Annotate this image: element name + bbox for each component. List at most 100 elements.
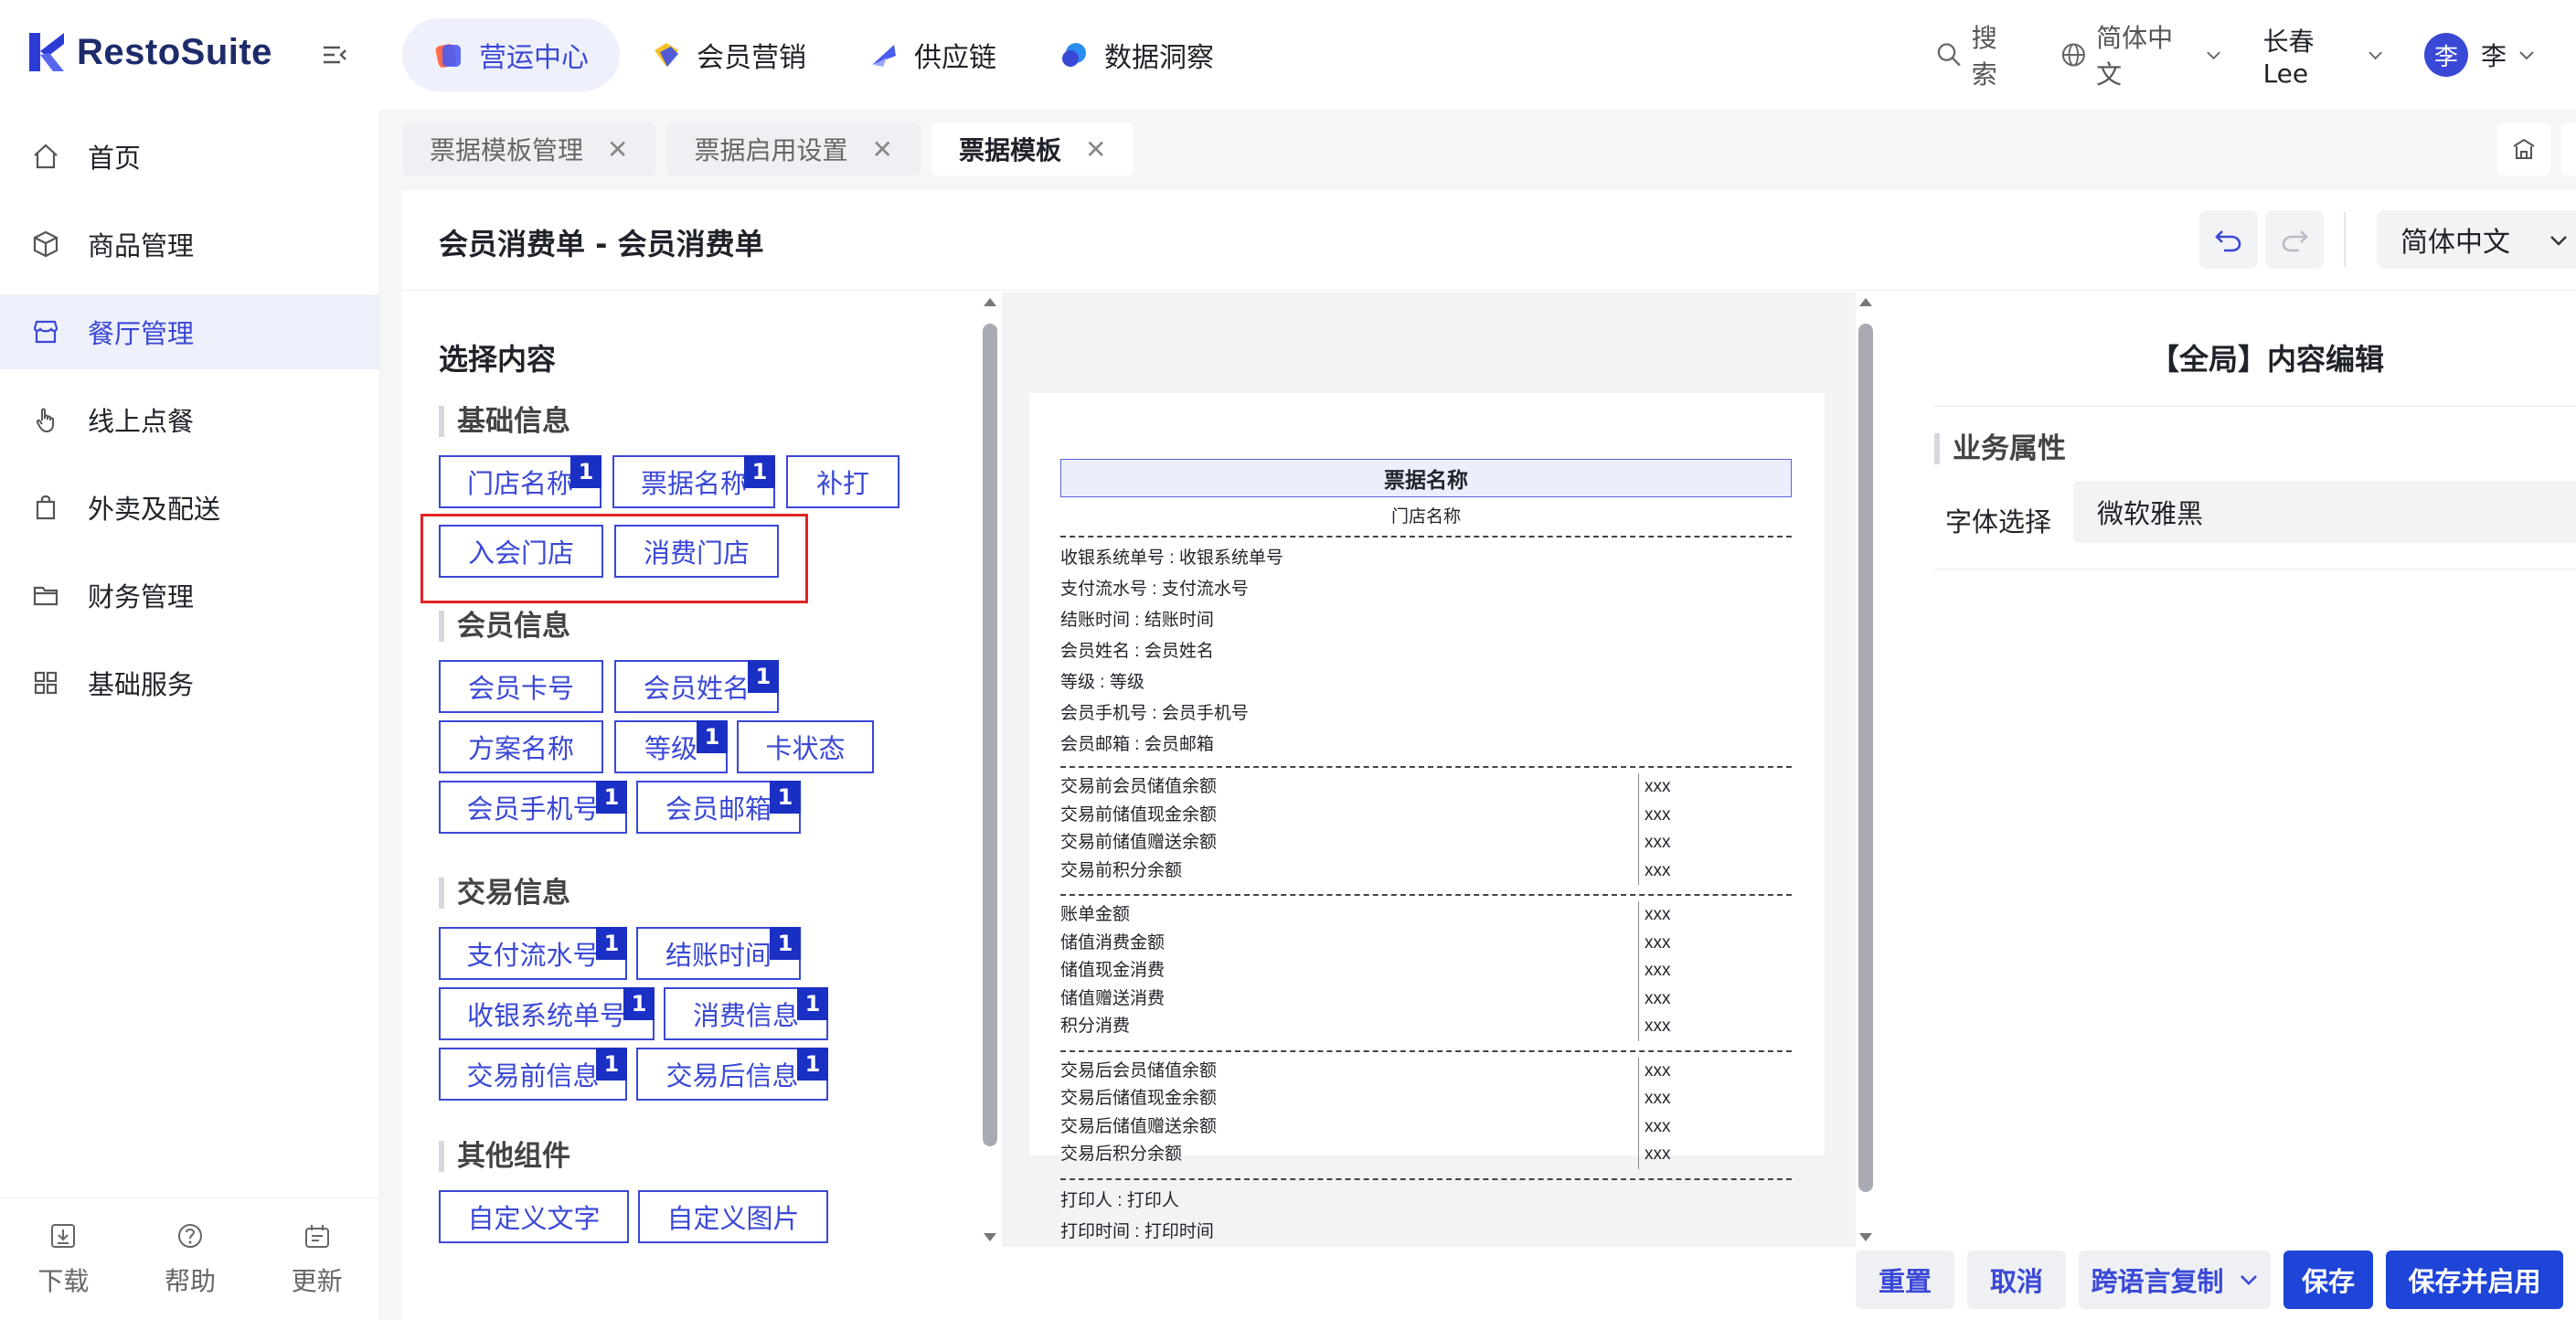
- cancel-button[interactable]: 取消: [1967, 1251, 2066, 1309]
- scroll-down-icon[interactable]: [1856, 1229, 1876, 1247]
- receipt-store-name[interactable]: 门店名称: [1060, 503, 1792, 530]
- content-panel-scrollbar[interactable]: [980, 293, 1000, 1247]
- store-switcher[interactable]: 长春Lee: [2263, 22, 2384, 89]
- brand-logo[interactable]: RestoSuite: [27, 31, 272, 73]
- undo-button[interactable]: [2199, 210, 2258, 269]
- search-icon: [1937, 43, 1961, 67]
- font-select[interactable]: 微软雅黑: [2073, 481, 2576, 543]
- help-button[interactable]: 帮助: [165, 1221, 216, 1298]
- close-icon[interactable]: ✕: [872, 134, 893, 165]
- tab-template-management[interactable]: 票据模板管理 ✕: [402, 122, 656, 176]
- sidebar-item-finance[interactable]: 财务管理: [0, 558, 379, 633]
- chip-before-trade-info[interactable]: 交易前信息 1: [439, 1048, 627, 1101]
- receipt-before-trade-block[interactable]: 交易前会员储值余额 xxx 交易前储值现金余额 xxx 交易前储值赠送余额 xxx 交易前积…: [1060, 773, 1792, 885]
- tab-more-button[interactable]: [2561, 122, 2576, 176]
- topnav-operations[interactable]: 营运中心: [402, 18, 620, 91]
- receipt-line: 打印人 : 打印人: [1060, 1190, 1179, 1210]
- tab-label: 票据模板管理: [430, 135, 584, 165]
- chip-label: 等级: [644, 733, 697, 764]
- chip-consume-info[interactable]: 消费信息 1: [664, 987, 828, 1040]
- receipt-title[interactable]: 票据名称: [1060, 459, 1792, 497]
- sidebar-item-products[interactable]: 商品管理: [0, 207, 379, 282]
- sidebar-item-basic-services[interactable]: 基础服务: [0, 645, 379, 720]
- receipt-consume-block[interactable]: 账单金额 xxx 储值消费金额 xxx 储值现金消费 xxx 储值赠送消费 xxx 积分消费 xx…: [1060, 901, 1792, 1041]
- chip-receipt-name[interactable]: 票据名称 1: [612, 455, 775, 508]
- top-navigation: 营运中心 会员营销 供应链 数据洞察: [402, 18, 1245, 91]
- user-menu[interactable]: 李 李: [2423, 33, 2536, 77]
- content-edit-panel: 【全局】内容编辑 业务属性 字体选择 微软雅黑: [1901, 291, 2576, 1320]
- topnav-membership[interactable]: 会员营销: [620, 18, 837, 91]
- group-title-other: 其他组件: [439, 1141, 570, 1172]
- sidebar-item-home[interactable]: 首页: [0, 119, 379, 194]
- panel-divider: [1934, 569, 2576, 570]
- tab-label: 票据启用设置: [694, 135, 848, 165]
- language-switcher[interactable]: 简体中文: [2060, 18, 2222, 91]
- redo-button[interactable]: [2265, 210, 2324, 269]
- chip-store-name[interactable]: 门店名称 1: [439, 455, 601, 508]
- operations-icon: [435, 44, 461, 68]
- receipt-row-value: xxx: [1638, 1141, 1671, 1169]
- chip-card-status[interactable]: 卡状态: [737, 720, 874, 773]
- save-and-enable-button[interactable]: 保存并启用: [2386, 1251, 2563, 1309]
- receipt-after-trade-block[interactable]: 交易后会员储值余额 xxx 交易后储值现金余额 xxx 交易后储值赠送余额 xxx 交易后积…: [1060, 1057, 1792, 1169]
- content-selector-title: 选择内容: [439, 342, 557, 377]
- update-button[interactable]: 更新: [292, 1221, 343, 1298]
- receipt-info-block[interactable]: 收银系统单号 : 收银系统单号 支付流水号 : 支付流水号 结账时间 : 结账时间会…: [1060, 543, 1792, 761]
- sidebar-item-restaurant[interactable]: 餐厅管理: [0, 294, 379, 369]
- chip-member-phone[interactable]: 会员手机号 1: [439, 781, 627, 834]
- chip-custom-image[interactable]: 自定义图片: [638, 1190, 828, 1243]
- save-button[interactable]: 保存: [2283, 1251, 2373, 1309]
- receipt-row-label: 交易后储值赠送余额: [1060, 1116, 1218, 1136]
- scroll-up-icon[interactable]: [980, 293, 1000, 311]
- scrollbar-thumb[interactable]: [983, 324, 997, 1146]
- sidebar: 首页 商品管理 餐厅管理 线上点餐 外卖及配送 财务管理 基础服务 下载 帮助: [0, 110, 380, 1320]
- chip-level[interactable]: 等级 1: [614, 720, 728, 773]
- reset-button[interactable]: 重置: [1856, 1251, 1954, 1309]
- topnav-supply-chain[interactable]: 供应链: [837, 18, 1027, 91]
- receipt-row-value: xxx: [1638, 985, 1671, 1013]
- download-button[interactable]: 下载: [37, 1221, 89, 1298]
- chip-custom-text[interactable]: 自定义文字: [439, 1190, 629, 1243]
- receipt-preview-area[interactable]: 票据名称 门店名称 收银系统单号 : 收银系统单号 支付流水号 : 支付流水号 结账…: [1002, 293, 1857, 1247]
- receipt-footer-block[interactable]: 打印人 : 打印人 打印时间 : 打印时间: [1060, 1186, 1792, 1248]
- chip-member-name[interactable]: 会员姓名 1: [614, 660, 779, 713]
- chip-pos-order-no[interactable]: 收银系统单号 1: [439, 987, 655, 1040]
- topnav-data-insight[interactable]: 数据洞察: [1027, 18, 1245, 91]
- receipt-row-label: 账单金额: [1060, 905, 1131, 924]
- receipt-row: 储值现金消费 xxx: [1060, 957, 1792, 985]
- receipt-line: 等级 : 等级: [1060, 673, 1144, 692]
- chip-member-email[interactable]: 会员邮箱 1: [636, 781, 801, 834]
- store-home-button[interactable]: [2497, 122, 2550, 176]
- group-title-business: 业务属性: [1934, 433, 2066, 464]
- chip-reprint[interactable]: 补打: [786, 455, 899, 508]
- global-search[interactable]: 搜索: [1936, 18, 2020, 91]
- chip-label: 收银系统单号: [466, 1000, 626, 1031]
- scroll-up-icon[interactable]: [1856, 293, 1876, 311]
- chip-count-badge: 1: [697, 720, 728, 753]
- scrollbar-thumb[interactable]: [1858, 324, 1873, 1192]
- sidebar-item-delivery[interactable]: 外卖及配送: [0, 470, 379, 545]
- tab-enable-settings[interactable]: 票据启用设置 ✕: [666, 122, 921, 176]
- chip-after-trade-info[interactable]: 交易后信息 1: [636, 1048, 828, 1101]
- chip-member-card-no[interactable]: 会员卡号: [439, 660, 603, 713]
- preview-scrollbar[interactable]: [1856, 293, 1876, 1247]
- sidebar-item-online-order[interactable]: 线上点餐: [0, 382, 379, 457]
- content-selector-panel: 选择内容 基础信息 门店名称 1 票据名称 1 补打 入会门店 消费门店 会员信…: [402, 291, 969, 1320]
- store-icon: [33, 320, 59, 344]
- chip-label: 补打: [815, 468, 869, 499]
- chip-checkout-time[interactable]: 结账时间 1: [636, 927, 801, 980]
- chip-payment-serial[interactable]: 支付流水号 1: [439, 927, 627, 980]
- template-language-select[interactable]: 简体中文: [2377, 210, 2576, 269]
- close-icon[interactable]: ✕: [607, 134, 628, 165]
- close-icon[interactable]: ✕: [1085, 134, 1106, 165]
- chip-plan-name[interactable]: 方案名称: [439, 720, 603, 773]
- receipt-row-label: 交易前储值赠送余额: [1060, 833, 1218, 852]
- tab-receipt-template[interactable]: 票据模板 ✕: [931, 122, 1134, 176]
- data-insight-icon: [1062, 43, 1086, 67]
- scroll-down-icon[interactable]: [980, 1229, 1000, 1247]
- chip-count-badge: 1: [596, 927, 627, 960]
- collapse-sidebar-icon[interactable]: [320, 40, 349, 69]
- cross-language-copy-button[interactable]: 跨语言复制: [2079, 1251, 2271, 1309]
- receipt-row-value: xxx: [1638, 929, 1671, 957]
- restosuite-logo-icon: [29, 33, 64, 71]
